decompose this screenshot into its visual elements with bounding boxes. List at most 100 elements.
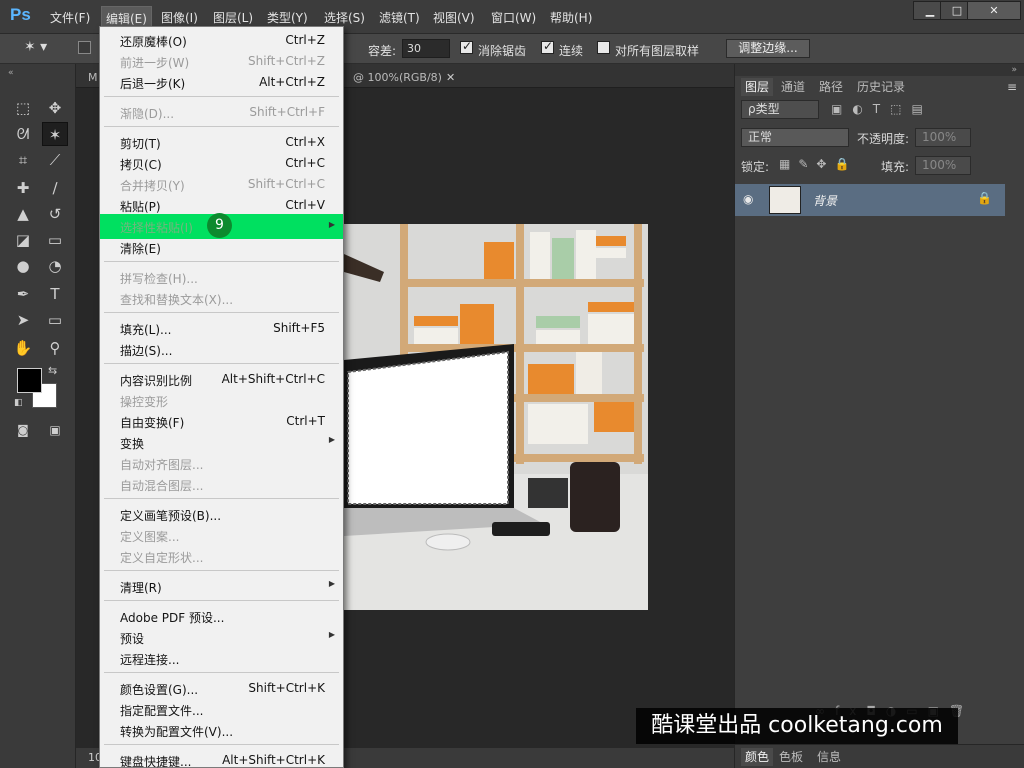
menu-item-presets[interactable]: 预设 ▶ (100, 627, 343, 648)
tab-color[interactable]: 颜色 (741, 748, 774, 766)
eyedropper-tool-icon[interactable]: ⟋ (42, 148, 68, 172)
panel-menu-icon[interactable]: ≡ (1007, 80, 1017, 94)
menu-item-pdf-presets[interactable]: Adobe PDF 预设... (100, 606, 343, 627)
crop-tool-icon[interactable]: ⌗ (10, 148, 36, 172)
tab-layers[interactable]: 图层 (741, 78, 774, 96)
marquee-tool-icon[interactable]: ⬚ (10, 96, 36, 120)
screen-mode-icon[interactable]: ▣ (42, 418, 68, 442)
menu-item-step-forward[interactable]: 前进一步(W) Shift+Ctrl+Z (100, 51, 343, 72)
menu-item-spell-check[interactable]: 拼写检查(H)... (100, 267, 343, 288)
menu-item-fill[interactable]: 填充(L)... Shift+F5 (100, 318, 343, 339)
gradient-tool-icon[interactable]: ▭ (42, 228, 68, 252)
menu-item-define-custom-shape[interactable]: 定义自定形状... (100, 546, 343, 567)
selection-mode-icon[interactable] (78, 41, 91, 54)
refine-edge-button[interactable]: 调整边缘... (726, 39, 810, 58)
menu-item-paste-special[interactable]: 选择性粘贴(I) 9 ▶ (100, 213, 343, 239)
menu-help[interactable]: 帮助(H) (550, 9, 592, 26)
magic-wand-preset-icon[interactable]: ✶ ▾ (24, 39, 64, 59)
menu-item-keyboard-shortcuts[interactable]: 键盘快捷键... Alt+Shift+Ctrl+K (100, 750, 343, 768)
menu-filter[interactable]: 滤镜(T) (379, 9, 420, 26)
opacity-input[interactable]: 100% (915, 128, 971, 147)
lock-icons[interactable]: ▦✎✥🔒 (779, 157, 857, 171)
menu-file[interactable]: 文件(F) (50, 9, 90, 26)
hand-tool-icon[interactable]: ✋ (10, 336, 36, 360)
type-tool-icon[interactable]: T (42, 282, 68, 306)
menu-separator (104, 498, 339, 499)
document-image[interactable] (344, 224, 648, 610)
menu-window[interactable]: 窗口(W) (491, 9, 536, 26)
menu-item-remote-connections[interactable]: 远程连接... (100, 648, 343, 669)
collapse-icon[interactable]: « (8, 68, 14, 78)
magic-wand-tool-icon[interactable]: ✶ (42, 122, 68, 146)
menu-item-define-brush[interactable]: 定义画笔预设(B)... (100, 504, 343, 525)
blur-tool-icon[interactable]: ● (10, 254, 36, 278)
submenu-arrow-icon: ▶ (328, 435, 335, 444)
menu-item-assign-profile[interactable]: 指定配置文件... (100, 699, 343, 720)
menu-item-auto-align-layers[interactable]: 自动对齐图层... (100, 453, 343, 474)
menu-item-convert-profile[interactable]: 转换为配置文件(V)... (100, 720, 343, 741)
all-layers-checkbox[interactable] (597, 41, 610, 54)
tolerance-input[interactable]: 30 (402, 39, 450, 58)
menu-item-content-aware-scale[interactable]: 内容识别比例 Alt+Shift+Ctrl+C (100, 369, 343, 390)
zoom-tool-icon[interactable]: ⚲ (42, 336, 68, 360)
menu-item-find-replace[interactable]: 查找和替换文本(X)... (100, 288, 343, 309)
layer-name[interactable]: 背景 (813, 192, 837, 209)
lasso-tool-icon[interactable]: ᘛ (10, 122, 36, 146)
tab-paths[interactable]: 路径 (819, 78, 843, 96)
visibility-eye-icon[interactable]: ◉ (743, 192, 753, 206)
menu-item-fade[interactable]: 渐隐(D)... Shift+Ctrl+F (100, 102, 343, 123)
layer-filter-select[interactable]: ρ类型 (741, 100, 819, 119)
menu-item-transform[interactable]: 变换 ▶ (100, 432, 343, 453)
quick-mask-icon[interactable]: ◙ (10, 418, 36, 442)
antialias-checkbox[interactable] (460, 39, 473, 54)
panel-collapse-icon[interactable]: » (735, 64, 1024, 76)
tab-swatches[interactable]: 色板 (779, 748, 803, 766)
menu-item-copy[interactable]: 拷贝(C) Ctrl+C (100, 153, 343, 174)
close-tab-icon[interactable]: ✕ (446, 67, 455, 88)
history-brush-tool-icon[interactable]: ↺ (42, 202, 68, 226)
tab-channels[interactable]: 通道 (781, 78, 805, 96)
clone-stamp-tool-icon[interactable]: ▲ (10, 202, 36, 226)
healing-brush-tool-icon[interactable]: ✚ (10, 176, 36, 200)
menu-item-copy-merged[interactable]: 合并拷贝(Y) Shift+Ctrl+C (100, 174, 343, 195)
menu-item-free-transform[interactable]: 自由变换(F) Ctrl+T (100, 411, 343, 432)
swap-colors-icon[interactable]: ⇆ (48, 364, 57, 377)
menu-item-color-settings[interactable]: 颜色设置(G)... Shift+Ctrl+K (100, 678, 343, 699)
contiguous-checkbox[interactable] (541, 39, 554, 54)
filter-icons[interactable]: ▣◐T⬚▤ (831, 102, 933, 116)
layer-thumbnail (769, 186, 801, 214)
menu-item-cut[interactable]: 剪切(T) Ctrl+X (100, 132, 343, 153)
menu-view[interactable]: 视图(V) (433, 9, 475, 26)
dodge-tool-icon[interactable]: ◔ (42, 254, 68, 278)
close-button[interactable]: ✕ (967, 1, 1021, 20)
foreground-color-swatch[interactable] (17, 368, 42, 393)
layer-row-background[interactable]: ◉ 背景 🔒 (735, 184, 1005, 216)
fill-input[interactable]: 100% (915, 156, 971, 175)
tab-info[interactable]: 信息 (817, 748, 841, 766)
default-colors-icon[interactable]: ◧ (14, 398, 23, 408)
brush-tool-icon[interactable]: ∕ (42, 176, 68, 200)
menu-item-define-pattern[interactable]: 定义图案... (100, 525, 343, 546)
menu-separator (104, 96, 339, 97)
menu-layer[interactable]: 图层(L) (213, 9, 253, 26)
tab-history[interactable]: 历史记录 (857, 78, 905, 96)
menu-item-step-backward[interactable]: 后退一步(K) Alt+Ctrl+Z (100, 72, 343, 93)
pen-tool-icon[interactable]: ✒ (10, 282, 36, 306)
document-tab[interactable]: M (88, 67, 98, 88)
document-tab-title[interactable]: @ 100%(RGB/8) (353, 67, 442, 88)
menu-item-clear[interactable]: 清除(E) (100, 237, 343, 258)
menu-item-purge[interactable]: 清理(R) ▶ (100, 576, 343, 597)
menu-item-puppet-warp[interactable]: 操控变形 (100, 390, 343, 411)
menu-image[interactable]: 图像(I) (161, 9, 198, 26)
eraser-tool-icon[interactable]: ◪ (10, 228, 36, 252)
path-selection-tool-icon[interactable]: ➤ (10, 308, 36, 332)
menu-item-stroke[interactable]: 描边(S)... (100, 339, 343, 360)
submenu-arrow-icon: ▶ (328, 220, 335, 229)
menu-item-auto-blend-layers[interactable]: 自动混合图层... (100, 474, 343, 495)
shape-tool-icon[interactable]: ▭ (42, 308, 68, 332)
move-tool-icon[interactable]: ✥ (42, 96, 68, 120)
menu-type[interactable]: 类型(Y) (267, 9, 308, 26)
menu-item-undo[interactable]: 还原魔棒(O) Ctrl+Z (100, 30, 343, 51)
blend-mode-select[interactable]: 正常 (741, 128, 849, 147)
menu-select[interactable]: 选择(S) (324, 9, 365, 26)
